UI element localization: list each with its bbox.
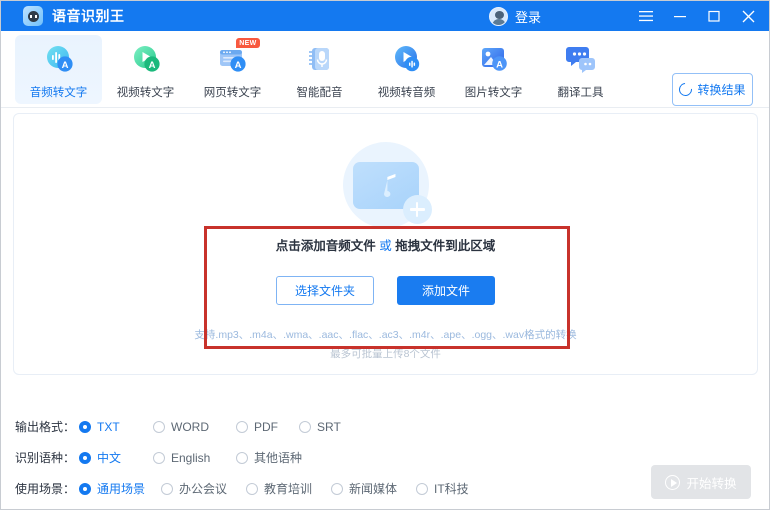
radio-scene-news[interactable]: 新闻媒体 xyxy=(331,480,416,497)
radio-language-other[interactable]: 其他语种 xyxy=(236,449,302,466)
tool-list: A 音频转文字 A 视频转文字 NEW A 网页转文字 智能配音 视频转音频 A… xyxy=(1,31,769,104)
output-format-row: 输出格式： TXT WORD PDF SRT xyxy=(15,414,769,439)
play-icon xyxy=(665,474,681,490)
radio-format-txt[interactable]: TXT xyxy=(79,420,153,434)
radio-label: IT科技 xyxy=(434,482,469,496)
output-format-label: 输出格式： xyxy=(15,420,76,434)
refresh-icon xyxy=(676,80,696,99)
radio-indicator xyxy=(79,482,91,495)
radio-scene-education[interactable]: 教育培训 xyxy=(246,480,331,497)
radio-label: PDF xyxy=(254,419,278,434)
video-to-text-icon: A xyxy=(130,43,162,75)
dropzone-title-tail: 拖拽文件到此区域 xyxy=(395,239,496,253)
dropzone-title-or: 或 xyxy=(375,239,396,253)
supported-formats-hint: 支持.mp3、.m4a、.wma、.aac、.flac、.ac3、.m4r、.a… xyxy=(194,329,577,341)
radio-language-english[interactable]: English xyxy=(153,451,236,465)
video-to-audio-icon xyxy=(391,43,423,75)
file-dropzone[interactable]: 点击添加音频文件 或 拖拽文件到此区域 选择文件夹 添加文件 支持.mp3、.m… xyxy=(14,114,757,374)
title-bar: 语音识别王 登录 xyxy=(1,1,769,31)
radio-language-chinese[interactable]: 中文 xyxy=(79,449,153,466)
tool-toolbar: A 音频转文字 A 视频转文字 NEW A 网页转文字 智能配音 视频转音频 A… xyxy=(1,31,769,108)
audio-to-text-icon: A xyxy=(43,43,75,75)
tool-label: 音频转文字 xyxy=(29,87,88,99)
tool-video-to-text[interactable]: A 视频转文字 xyxy=(102,35,189,104)
radio-indicator xyxy=(331,482,343,495)
radio-label: 通用场景 xyxy=(97,482,146,496)
app-title: 语音识别王 xyxy=(52,8,125,24)
tool-label: 视频转文字 xyxy=(116,87,175,99)
content-card: 点击添加音频文件 或 拖拽文件到此区域 选择文件夹 添加文件 支持.mp3、.m… xyxy=(13,113,758,375)
hamburger-icon[interactable] xyxy=(629,1,663,31)
radio-label: TXT xyxy=(97,419,120,434)
radio-indicator xyxy=(79,451,91,464)
svg-text:A: A xyxy=(148,60,155,71)
tool-smart-dubbing[interactable]: 智能配音 xyxy=(276,35,363,104)
tool-image-to-text[interactable]: A 图片转文字 xyxy=(450,35,537,104)
add-file-button[interactable]: 添加文件 xyxy=(397,276,495,305)
tool-label: 图片转文字 xyxy=(464,87,523,99)
language-label: 识别语种： xyxy=(15,451,76,465)
translate-tool-icon xyxy=(565,43,597,75)
radio-format-pdf[interactable]: PDF xyxy=(236,420,299,434)
tool-label: 智能配音 xyxy=(296,87,343,99)
select-folder-button[interactable]: 选择文件夹 xyxy=(276,276,374,305)
radio-indicator xyxy=(161,482,173,495)
tool-audio-to-text[interactable]: A 音频转文字 xyxy=(15,35,102,104)
radio-indicator xyxy=(236,451,248,464)
dropzone-title: 点击添加音频文件 或 拖拽文件到此区域 xyxy=(276,235,495,254)
start-conversion-label: 开始转换 xyxy=(686,476,737,491)
app-window: 语音识别王 登录 A 音频转文字 A 视频转文字 NEW A 网页转文字 智能配… xyxy=(0,0,770,510)
scene-label: 使用场景： xyxy=(15,482,76,496)
app-logo-icon xyxy=(23,6,43,26)
svg-text:A: A xyxy=(496,59,503,70)
maximize-icon[interactable] xyxy=(697,1,731,31)
svg-text:A: A xyxy=(234,60,241,71)
radio-scene-it[interactable]: IT科技 xyxy=(416,480,469,497)
tool-translate[interactable]: 翻译工具 xyxy=(537,35,624,104)
login-label: 登录 xyxy=(514,9,541,25)
radio-indicator xyxy=(299,420,311,433)
radio-format-srt[interactable]: SRT xyxy=(299,420,341,434)
audio-file-placeholder-icon xyxy=(337,142,435,228)
dropzone-buttons: 选择文件夹 添加文件 xyxy=(276,276,495,305)
radio-indicator xyxy=(79,420,91,433)
radio-label: SRT xyxy=(317,419,341,434)
radio-indicator xyxy=(153,420,165,433)
close-icon[interactable] xyxy=(731,1,765,31)
image-to-text-icon: A xyxy=(478,43,510,75)
tool-label: 翻译工具 xyxy=(557,87,604,99)
batch-upload-hint: 最多可批量上传8个文件 xyxy=(330,348,441,360)
radio-scene-general[interactable]: 通用场景 xyxy=(79,480,161,497)
radio-label: 新闻媒体 xyxy=(349,482,398,496)
tool-label: 视频转音频 xyxy=(377,87,436,99)
radio-label: 办公会议 xyxy=(179,482,228,496)
radio-indicator xyxy=(246,482,258,495)
svg-text:A: A xyxy=(61,60,68,71)
radio-label: 其他语种 xyxy=(254,451,303,465)
add-file-plus-icon xyxy=(402,195,432,224)
conversion-result-label: 转换结果 xyxy=(697,83,746,97)
radio-label: WORD xyxy=(171,419,209,434)
radio-format-word[interactable]: WORD xyxy=(153,420,236,434)
tool-video-to-audio[interactable]: 视频转音频 xyxy=(363,35,450,104)
radio-indicator xyxy=(153,451,165,464)
tool-web-to-text[interactable]: NEW A 网页转文字 xyxy=(189,35,276,104)
conversion-result-button[interactable]: 转换结果 xyxy=(672,73,753,106)
dropzone-title-main: 点击添加音频文件 xyxy=(275,239,376,253)
radio-label: 教育培训 xyxy=(264,482,313,496)
title-bar-right: 登录 xyxy=(488,1,769,31)
radio-label: English xyxy=(171,450,211,465)
radio-scene-office[interactable]: 办公会议 xyxy=(161,480,246,497)
radio-label: 中文 xyxy=(97,451,122,465)
smart-dubbing-icon xyxy=(304,43,336,75)
avatar xyxy=(488,6,508,26)
radio-indicator xyxy=(236,420,248,433)
radio-indicator xyxy=(416,482,428,495)
minimize-icon[interactable] xyxy=(663,1,697,31)
start-conversion-button[interactable]: 开始转换 xyxy=(651,465,751,499)
login-button[interactable]: 登录 xyxy=(488,6,541,26)
new-badge: NEW xyxy=(235,38,260,48)
tool-label: 网页转文字 xyxy=(203,87,262,99)
